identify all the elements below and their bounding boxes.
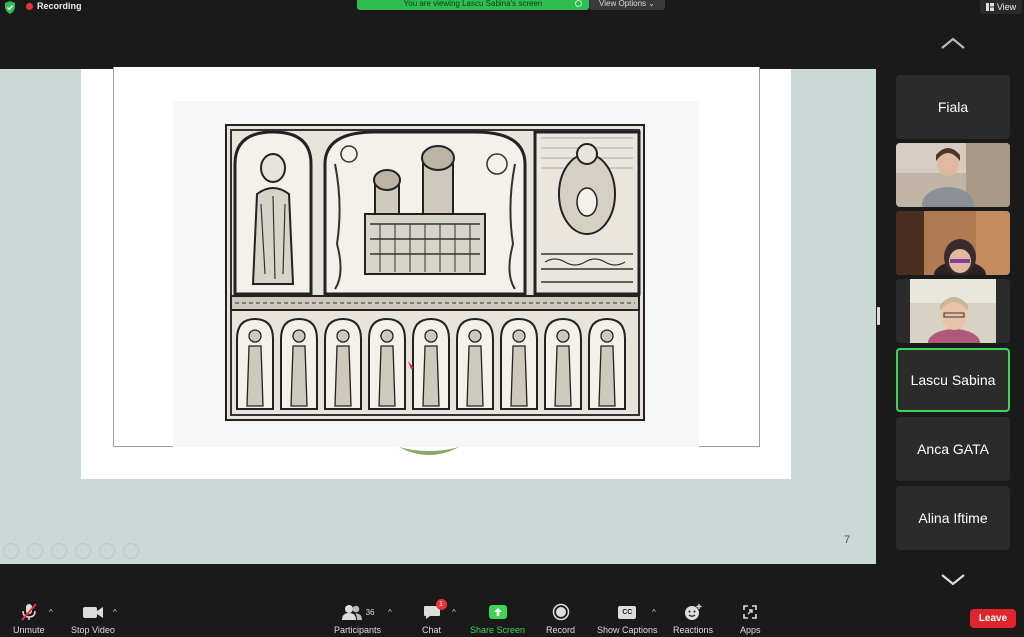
stop-video-button[interactable]: Stop Video [71, 602, 115, 635]
chevron-up-icon[interactable] [940, 36, 966, 50]
view-label: View [996, 2, 1017, 12]
botanical-decoration-bottom-image [399, 447, 459, 455]
record-label: Record [546, 625, 576, 635]
apps-button[interactable]: Apps [740, 602, 761, 635]
audio-options-caret-icon[interactable]: ^ [49, 608, 53, 617]
annotation-tool-icon[interactable] [51, 543, 67, 559]
recording-label: Recording [37, 1, 82, 11]
video-options-caret-icon[interactable]: ^ [113, 608, 117, 617]
annotation-tool-icon[interactable] [75, 543, 91, 559]
microphone-muted-icon [20, 603, 37, 621]
annotation-tool-icon[interactable] [123, 543, 139, 559]
reactions-button[interactable]: Reactions [673, 602, 713, 635]
participants-button[interactable]: 36 Participants [334, 602, 381, 635]
reactions-smiley-icon [685, 604, 702, 620]
viewing-banner-text: You are viewing Lascu Sabina's screen [403, 0, 543, 8]
participants-icon [341, 605, 362, 620]
participant-name: Alina Iftime [918, 510, 988, 526]
annotation-tool-icon[interactable] [3, 543, 19, 559]
participant-tile-anca-gata[interactable]: Anca GATA [896, 417, 1010, 481]
captions-options-caret-icon[interactable]: ^ [652, 608, 656, 617]
chat-button[interactable]: 1 Chat [422, 599, 447, 635]
participant-video-feed [896, 143, 1010, 207]
record-icon [552, 603, 569, 621]
reactions-label: Reactions [673, 625, 714, 635]
annotation-tool-icon[interactable] [27, 543, 43, 559]
panel-resize-handle[interactable] [877, 307, 880, 325]
participant-tile-lascu-sabina[interactable]: Lascu Sabina [896, 348, 1010, 412]
participant-video-feed [896, 279, 1010, 343]
chat-unread-badge: 1 [435, 599, 447, 610]
slide-page-number: 7 [844, 534, 851, 546]
participant-name: Anca GATA [917, 441, 989, 457]
grid-view-icon [985, 3, 994, 11]
chat-label: Chat [422, 625, 442, 635]
leave-button[interactable]: Leave [970, 609, 1016, 628]
unmute-button[interactable]: Unmute [13, 602, 45, 635]
record-button[interactable]: Record [546, 602, 575, 635]
view-options-button[interactable]: View Options ⌄ [589, 0, 665, 10]
unmute-label: Unmute [13, 625, 45, 635]
woodcut-illustration-image [225, 124, 645, 421]
top-bar: Recording You are viewing Lascu Sabina's… [0, 0, 1024, 16]
participant-tile-fiala[interactable]: Fiala [896, 75, 1010, 139]
share-status-icon [575, 0, 582, 7]
participants-label: Participants [334, 625, 382, 635]
show-captions-label: Show Captions [597, 625, 658, 635]
participants-options-caret-icon[interactable]: ^ [388, 608, 392, 617]
participant-video-tile[interactable] [896, 143, 1010, 207]
participants-count: 36 [365, 607, 375, 617]
shared-screen[interactable]: 7 [0, 67, 876, 564]
captions-icon: CC [618, 605, 637, 619]
share-screen-button[interactable]: Share Screen [470, 602, 525, 635]
video-camera-icon [82, 607, 103, 618]
apps-label: Apps [740, 625, 761, 635]
participant-tile-alina-iftime[interactable]: Alina Iftime [896, 486, 1010, 550]
meeting-toolbar: Unmute ^ Stop Video ^ 36 Participants ^ … [0, 599, 1024, 637]
participant-video-tile[interactable] [896, 279, 1010, 343]
security-shield-icon[interactable] [4, 1, 16, 14]
annotation-toolbar [3, 543, 139, 559]
share-screen-label: Share Screen [470, 625, 526, 635]
viewing-banner: You are viewing Lascu Sabina's screen [357, 0, 589, 10]
share-screen-icon [488, 605, 507, 619]
show-captions-button[interactable]: CC Show Captions [597, 602, 658, 635]
recording-dot-icon [26, 2, 33, 10]
participant-name: Fiala [937, 99, 969, 115]
view-button[interactable]: View [980, 0, 1022, 14]
participant-video-feed [896, 211, 1010, 275]
participant-video-tile[interactable] [896, 211, 1010, 275]
apps-icon [743, 605, 758, 619]
presentation-slide [81, 67, 791, 479]
chat-options-caret-icon[interactable]: ^ [452, 608, 456, 617]
chevron-down-icon[interactable] [940, 572, 966, 586]
stop-video-label: Stop Video [71, 625, 115, 635]
participant-name: Lascu Sabina [910, 372, 996, 388]
annotation-tool-icon[interactable] [99, 543, 115, 559]
chevron-down-icon: ⌄ [648, 0, 655, 8]
meeting-window: Recording You are viewing Lascu Sabina's… [0, 0, 1024, 637]
recording-indicator[interactable]: Recording [26, 1, 82, 11]
view-options-label: View Options [599, 0, 647, 8]
